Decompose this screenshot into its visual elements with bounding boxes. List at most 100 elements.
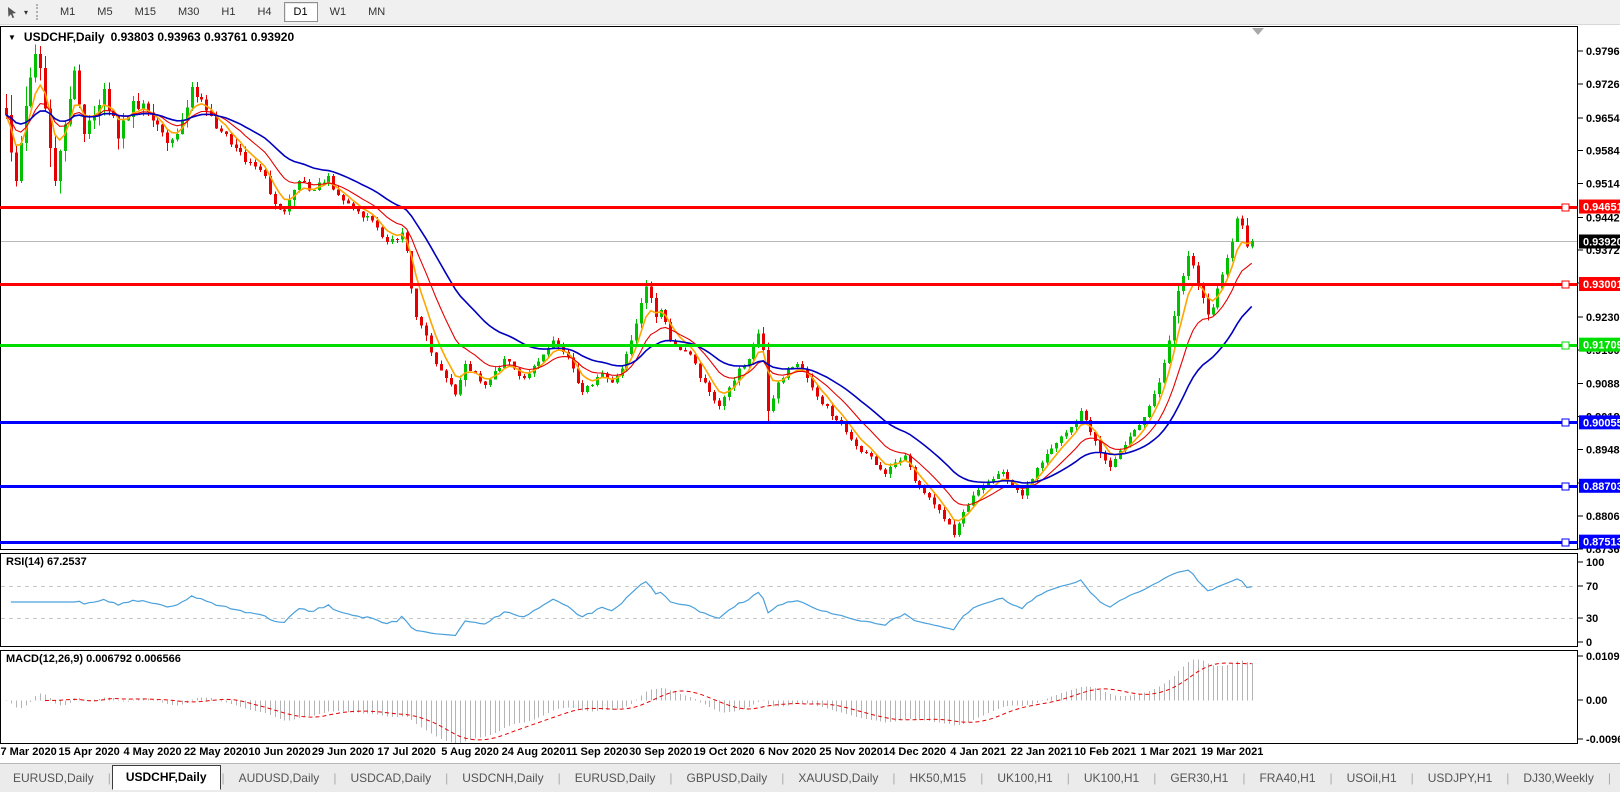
- candle-body: [362, 212, 365, 218]
- candle-body: [1055, 443, 1058, 449]
- date-axis-label: 15 Apr 2020: [58, 746, 119, 758]
- candle-body: [1163, 363, 1166, 383]
- candle-body: [704, 378, 707, 382]
- macd-tick-label: -0.009653: [1586, 734, 1620, 746]
- candle-body: [391, 239, 394, 242]
- collapse-triangle-icon[interactable]: ▼: [8, 33, 16, 42]
- line-handle[interactable]: [1562, 539, 1569, 546]
- date-axis-label: 10 Jun 2020: [248, 746, 310, 758]
- candle-body: [469, 364, 472, 371]
- rsi-tick-label: 0: [1586, 637, 1592, 649]
- candle-body: [777, 383, 780, 399]
- macd-tick-label: 0.010933: [1586, 651, 1620, 663]
- line-price-label: 0.91709: [1583, 340, 1620, 352]
- candle-body: [1148, 406, 1151, 417]
- candle-body: [718, 401, 721, 406]
- candle-body: [171, 139, 174, 143]
- current-price-label: 0.93920: [1583, 237, 1620, 249]
- line-handle[interactable]: [1562, 342, 1569, 349]
- candle-body: [440, 364, 443, 370]
- candle-body: [1085, 411, 1088, 420]
- candle-body: [73, 70, 76, 99]
- candle-body: [347, 200, 350, 203]
- candle-body: [1197, 265, 1200, 284]
- candle-body: [20, 143, 23, 181]
- candle-body: [122, 120, 125, 138]
- candle-body: [1241, 218, 1244, 225]
- candle-body: [230, 134, 233, 145]
- candle-body: [386, 237, 389, 242]
- candle-body: [156, 120, 159, 124]
- candle-body: [283, 210, 286, 212]
- price-tick-label: 0.89480: [1586, 444, 1620, 456]
- candle-body: [948, 519, 951, 525]
- price-tick-label: 0.95840: [1586, 146, 1620, 158]
- candle-body: [1177, 291, 1180, 316]
- candle-body: [938, 505, 941, 510]
- candle-body: [489, 379, 492, 385]
- candle-body: [630, 340, 633, 354]
- candle-body: [196, 87, 199, 97]
- candle-body: [953, 525, 956, 536]
- candle-body: [508, 359, 511, 361]
- line-price-label: 0.93001: [1583, 279, 1620, 291]
- rsi-tick-label: 70: [1586, 581, 1598, 593]
- candle-body: [1109, 461, 1112, 468]
- candle-body: [845, 424, 848, 432]
- candle-body: [88, 121, 91, 134]
- candle-body: [708, 382, 711, 392]
- candle-body: [1212, 308, 1215, 315]
- date-axis-label: 27 Mar 2020: [0, 746, 57, 758]
- candle-body: [225, 131, 228, 133]
- line-handle[interactable]: [1562, 281, 1569, 288]
- candle-body: [1207, 298, 1210, 314]
- candle-body: [249, 162, 252, 163]
- candle-body: [166, 132, 169, 143]
- candle-body: [1168, 340, 1171, 363]
- candle-body: [933, 498, 936, 505]
- candle-body: [635, 323, 638, 340]
- candle-body: [435, 352, 438, 364]
- candle-body: [29, 77, 32, 106]
- candle-body: [332, 176, 335, 189]
- candle-body: [586, 386, 589, 392]
- candle-body: [723, 397, 726, 406]
- candle-body: [200, 97, 203, 99]
- candle-body: [1080, 411, 1083, 421]
- candle-body: [137, 101, 140, 109]
- candle-body: [601, 373, 604, 377]
- candle-body: [645, 286, 648, 302]
- candle-body: [977, 490, 980, 495]
- candle-body: [650, 286, 653, 298]
- candle-body: [655, 298, 658, 317]
- candle-body: [1251, 241, 1254, 246]
- candle-body: [855, 439, 858, 446]
- rsi-tick-label: 30: [1586, 613, 1598, 625]
- candle-body: [523, 376, 526, 378]
- date-axis-label: 19 Oct 2020: [694, 746, 755, 758]
- price-tick-label: 0.96540: [1586, 113, 1620, 125]
- line-handle[interactable]: [1562, 483, 1569, 490]
- date-axis-label: 4 May 2020: [123, 746, 181, 758]
- line-handle[interactable]: [1562, 419, 1569, 426]
- line-handle[interactable]: [1562, 204, 1569, 211]
- chart-ohlc-values: 0.93803 0.93963 0.93761 0.93920: [111, 30, 295, 44]
- candle-body: [772, 399, 775, 411]
- price-tick-label: 0.94420: [1586, 212, 1620, 224]
- candle-body: [235, 145, 238, 148]
- candle-body: [640, 303, 643, 324]
- macd-panel: [1, 651, 1578, 744]
- date-axis-label: 22 Jan 2021: [1011, 746, 1073, 758]
- candle-body: [454, 385, 457, 395]
- candle-body: [528, 374, 531, 378]
- candle-body: [1050, 448, 1053, 454]
- candle-body: [484, 381, 487, 385]
- candle-body: [103, 89, 106, 105]
- candle-body: [860, 446, 863, 452]
- candle-body: [44, 68, 47, 108]
- candle-body: [254, 162, 257, 167]
- candle-body: [699, 364, 702, 378]
- candle-body: [1153, 394, 1156, 406]
- price-tick-label: 0.88060: [1586, 511, 1620, 523]
- date-axis-label: 1 Mar 2021: [1140, 746, 1196, 758]
